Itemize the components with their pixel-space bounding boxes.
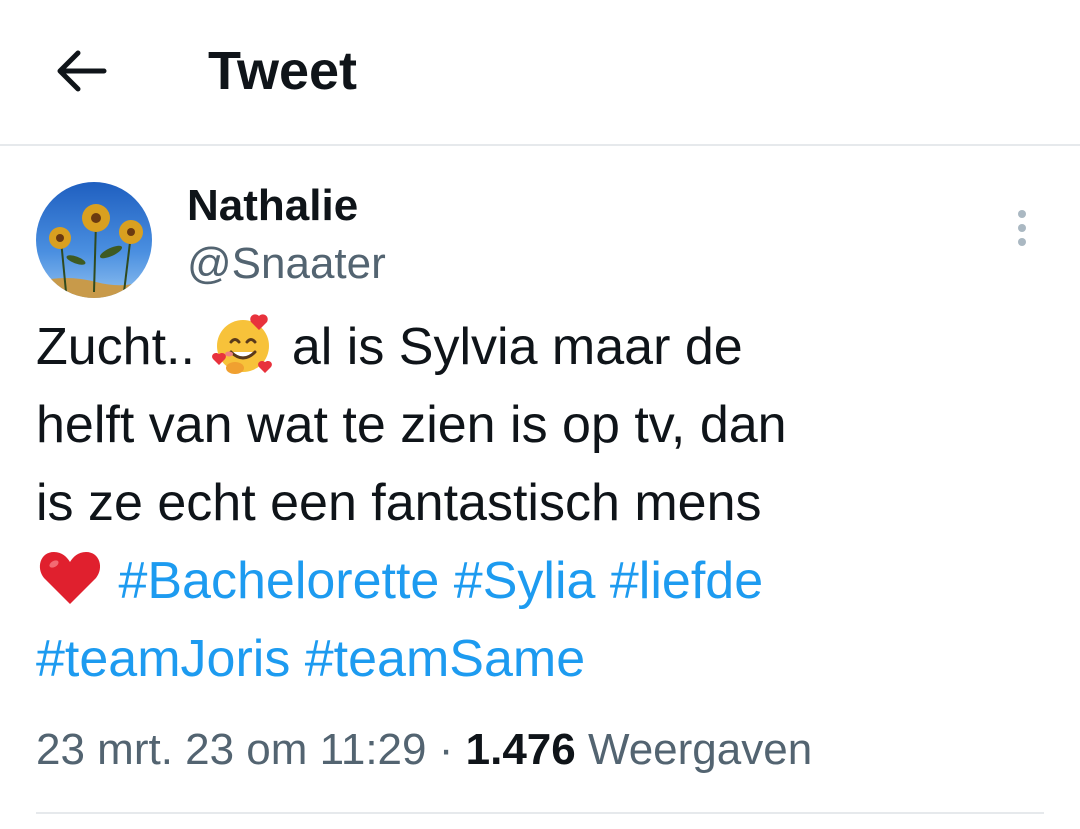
author-display-name[interactable]: Nathalie	[187, 180, 358, 232]
divider	[36, 812, 1044, 814]
author-handle[interactable]: @Snaater	[187, 238, 386, 290]
tweet-timestamp[interactable]: 23 mrt. 23 om 11:29	[36, 725, 427, 774]
tweet-text-part: is ze echt een fantastisch mens	[36, 474, 762, 532]
hashtag-link[interactable]: #Bachelorette	[118, 552, 439, 610]
red-heart-icon	[36, 544, 104, 612]
tweet-text-part: helft van wat te zien is op tv, dan	[36, 396, 787, 454]
more-vertical-icon	[1018, 210, 1026, 246]
meta-separator: ·	[438, 725, 454, 774]
sunflower-photo	[36, 182, 152, 298]
tweet-meta: 23 mrt. 23 om 11:29 · 1.476 Weergaven	[36, 720, 812, 780]
hashtag-link[interactable]: #teamJoris	[36, 630, 290, 688]
page-title: Tweet	[208, 41, 358, 101]
tweet-text-part: al is Sylvia maar de	[291, 318, 743, 376]
hashtag-link[interactable]: #Sylia	[454, 552, 596, 610]
back-button[interactable]	[46, 34, 114, 102]
top-bar: Tweet	[0, 0, 1080, 146]
views-label: Weergaven	[587, 725, 813, 774]
avatar[interactable]	[36, 182, 152, 298]
tweet-text: Zucht.. al is Sylvia maar de helft van w…	[36, 308, 1046, 698]
arrow-left-icon	[57, 50, 107, 92]
hashtag-link[interactable]: #teamSame	[305, 630, 585, 688]
more-options-button[interactable]	[1004, 206, 1040, 250]
tweet-text-part: Zucht..	[36, 318, 195, 376]
views-count: 1.476	[465, 725, 576, 774]
hashtag-link[interactable]: #liefde	[610, 552, 763, 610]
smiling-face-with-hearts-icon	[209, 310, 277, 378]
